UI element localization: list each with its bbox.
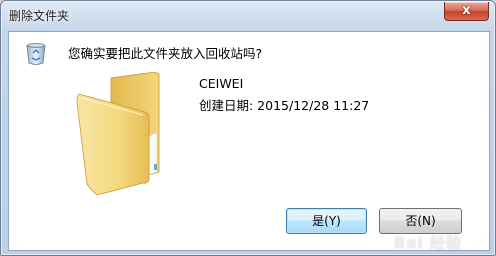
title-bar[interactable]: 删除文件夹 x: [1, 1, 495, 31]
close-icon: x: [462, 3, 471, 18]
close-button[interactable]: x: [444, 2, 489, 21]
confirm-prompt: 您确实要把此文件夹放入回收站吗?: [68, 46, 263, 61]
window-title: 删除文件夹: [9, 9, 70, 23]
yes-button[interactable]: 是(Y): [286, 208, 367, 234]
dialog-content: 您确实要把此文件夹放入回收站吗? CEIWEI 创建日期: 2015/12/28…: [8, 31, 490, 252]
created-date: 创建日期: 2015/12/28 11:27: [199, 98, 370, 113]
recycle-bin-icon: [26, 43, 46, 65]
no-button[interactable]: 否(N): [379, 208, 462, 234]
folder-name: CEIWEI: [199, 76, 244, 91]
watermark: Bai 经验: [394, 234, 462, 252]
item-info: CEIWEI 创建日期: 2015/12/28 11:27: [199, 73, 369, 117]
dialog-window: 删除文件夹 x 您确实要把此文件夹放入回收站吗? CEIWEI 创建日期: 20…: [0, 0, 496, 256]
folder-icon: [76, 72, 160, 195]
